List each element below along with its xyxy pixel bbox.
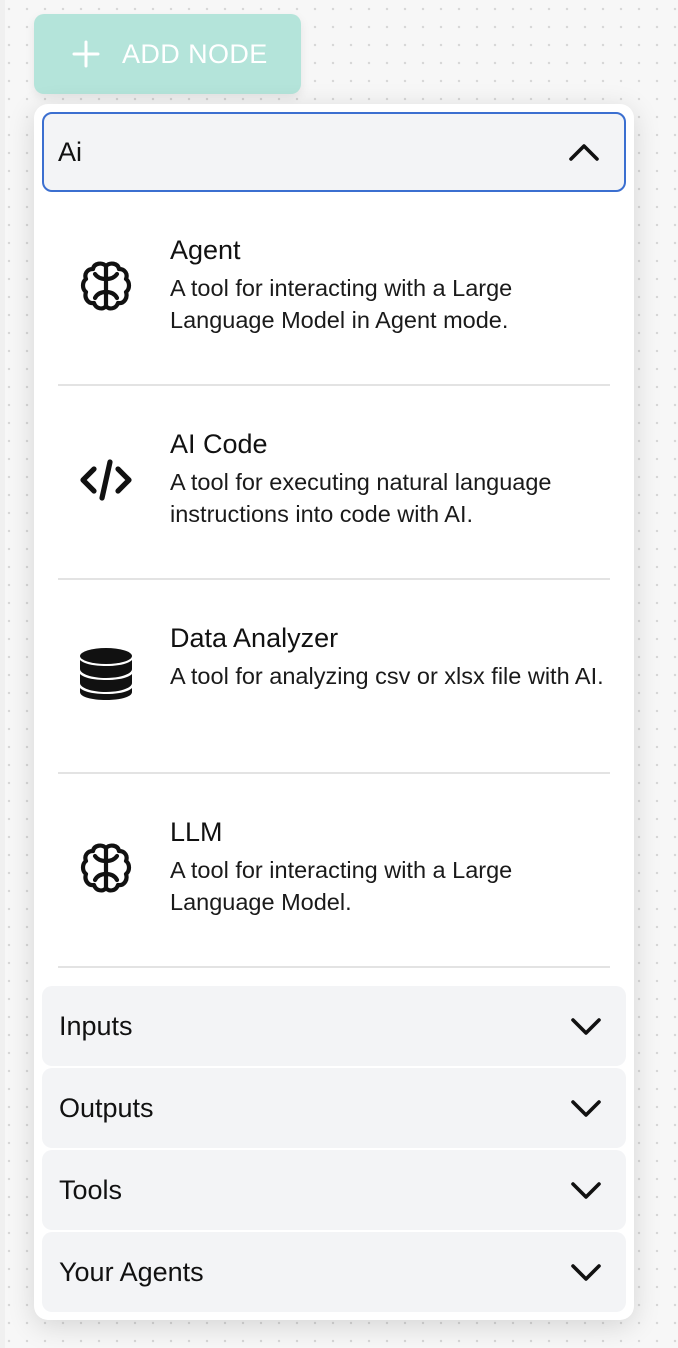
node-item-agent[interactable]: Agent A tool for interacting with a Larg…: [58, 192, 610, 386]
add-node-label: ADD NODE: [122, 38, 268, 69]
category-label: Tools: [59, 1174, 123, 1205]
node-description: A tool for analyzing csv or xlsx file wi…: [170, 663, 604, 689]
category-tools-header[interactable]: Tools: [42, 1150, 626, 1230]
node-title: Data Analyzer: [170, 623, 339, 653]
category-label: Your Agents: [59, 1256, 204, 1287]
node-title: AI Code: [170, 429, 268, 459]
node-title: LLM: [170, 817, 223, 847]
node-description: A tool for interacting with a Large Lang…: [170, 857, 513, 915]
add-node-button[interactable]: ADD NODE: [34, 14, 301, 94]
chevron-down-icon: [571, 1100, 601, 1117]
chevron-up-icon: [569, 144, 599, 161]
chevron-down-icon: [571, 1182, 601, 1199]
category-outputs-header[interactable]: Outputs: [42, 1068, 626, 1148]
brain-icon: [80, 843, 132, 893]
node-title: Agent: [170, 235, 241, 265]
category-your-agents-header[interactable]: Your Agents: [42, 1232, 626, 1312]
category-label: Outputs: [59, 1092, 154, 1123]
node-item-ai-code[interactable]: AI Code A tool for executing natural lan…: [58, 386, 610, 580]
node-description: A tool for executing natural language in…: [170, 469, 552, 527]
database-icon: [80, 648, 132, 700]
chevron-down-icon: [571, 1264, 601, 1281]
category-label: Inputs: [59, 1010, 133, 1041]
category-label: Ai: [58, 136, 83, 167]
category-inputs-header[interactable]: Inputs: [42, 986, 626, 1066]
node-item-data-analyzer[interactable]: Data Analyzer A tool for analyzing csv o…: [58, 580, 610, 774]
node-picker-panel: Ai Agent A tool for interacting with a L…: [34, 104, 634, 1320]
node-item-llm[interactable]: LLM A tool for interacting with a Large …: [58, 774, 610, 968]
node-description: A tool for interacting with a Large Lang…: [170, 275, 513, 333]
category-ai-header[interactable]: Ai: [42, 112, 626, 192]
canvas-edge: [0, 0, 5, 1348]
plus-icon: [72, 40, 100, 68]
code-icon: [80, 459, 132, 501]
brain-icon: [80, 261, 132, 311]
chevron-down-icon: [571, 1018, 601, 1035]
